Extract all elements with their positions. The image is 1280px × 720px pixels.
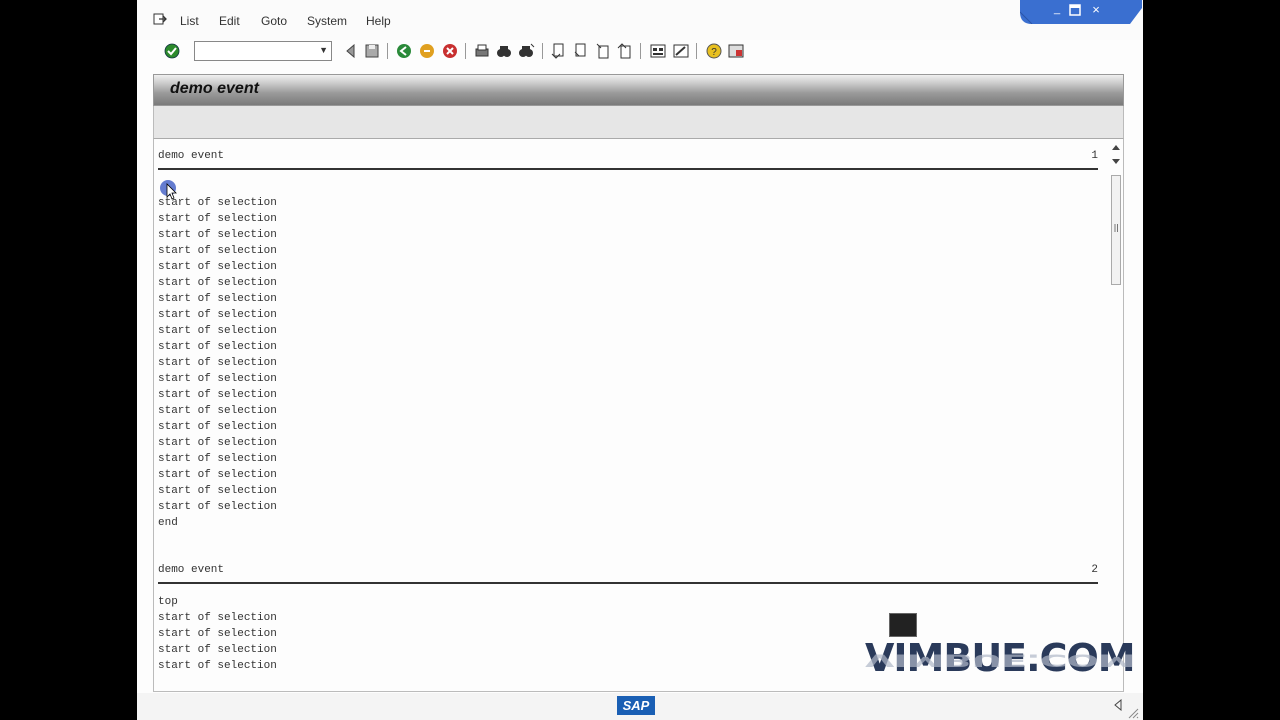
find-next-icon[interactable] [517,42,535,60]
list-line: start of selection [158,373,277,385]
print-icon[interactable] [473,42,491,60]
page-title: demo event [170,80,259,97]
page-number: 2 [1091,564,1098,576]
minimize-button[interactable]: _ [1049,3,1065,17]
list-line: start of selection [158,341,277,353]
list-line: start of selection [158,501,277,513]
status-bar: SAP [137,693,1143,720]
grip-icon [1114,224,1118,232]
maximize-icon [1069,4,1081,16]
list-line: start of selection [158,660,277,672]
list-line: start of selection [158,469,277,481]
menu-list[interactable]: List [180,14,199,28]
find-icon[interactable] [495,42,513,60]
resize-grip-icon[interactable] [1127,707,1139,719]
list-line: start of selection [158,293,277,305]
list-line: start of selection [158,437,277,449]
previous-page-icon[interactable] [572,42,590,60]
list-line: start of selection [158,261,277,273]
list-line: start of selection [158,644,277,656]
menu-system[interactable]: System [307,14,347,28]
next-page-icon[interactable] [594,42,612,60]
list-output: demo event 1 start of selection start of… [153,139,1124,692]
last-page-icon[interactable] [616,42,634,60]
vertical-scrollbar[interactable] [1108,139,1123,691]
list-line: start of selection [158,197,277,209]
list-line: top [158,596,178,608]
scroll-down-icon[interactable] [1111,157,1121,165]
status-collapse-icon[interactable] [1113,699,1123,711]
svg-text:?: ? [711,47,717,58]
command-field[interactable]: ▼ [194,41,332,61]
cancel-icon[interactable] [441,42,459,60]
list-line: start of selection [158,421,277,433]
list-line: start of selection [158,485,277,497]
page-header: demo event 2 [158,564,1098,578]
toolbar-separator [542,43,543,59]
watermark-reflection: VIMBUE.COM [865,650,1135,670]
sap-window: List Edit Goto System Help _ × ▼ ? demo … [137,0,1143,720]
application-toolbar [153,106,1124,139]
exit-icon[interactable] [418,42,436,60]
back-icon[interactable] [342,42,360,60]
page-header-title: demo event [158,564,225,576]
menu-edit[interactable]: Edit [219,14,240,28]
list-line: start of selection [158,612,277,624]
watermark-icon [889,613,917,637]
chevron-down-icon[interactable]: ▼ [319,45,328,55]
list-line: start of selection [158,325,277,337]
enter-icon[interactable] [163,42,181,60]
sap-logo: SAP [617,696,655,715]
list-line: start of selection [158,277,277,289]
help-icon[interactable]: ? [705,42,723,60]
list-line: start of selection [158,229,277,241]
header-rule [158,168,1098,170]
toolbar-separator [387,43,388,59]
page-number: 1 [1091,150,1098,162]
shortcut-icon[interactable] [672,42,690,60]
first-page-icon[interactable] [550,42,568,60]
menu-icon[interactable] [153,13,167,25]
scrollbar-thumb[interactable] [1111,175,1121,285]
list-line: start of selection [158,309,277,321]
menu-goto[interactable]: Goto [261,14,287,28]
maximize-button[interactable] [1068,3,1084,17]
list-line: start of selection [158,213,277,225]
menu-bar: List Edit Goto System Help _ × [137,0,1143,40]
list-line: start of selection [158,357,277,369]
header-rule [158,582,1098,584]
scroll-up-icon[interactable] [1111,143,1121,151]
menu-help[interactable]: Help [366,14,391,28]
list-line: start of selection [158,453,277,465]
list-line: start of selection [158,245,277,257]
page-header-title: demo event [158,150,225,162]
save-icon[interactable] [363,42,381,60]
page-header: demo event 1 [158,150,1098,164]
toolbar-separator [640,43,641,59]
list-line: start of selection [158,405,277,417]
list-line: start of selection [158,389,277,401]
create-session-icon[interactable] [649,42,667,60]
green-back-icon[interactable] [395,42,413,60]
layout-icon[interactable] [727,42,745,60]
toolbar-separator [696,43,697,59]
title-bar: demo event [153,74,1124,106]
list-line: end [158,517,178,529]
standard-toolbar: ▼ ? [137,40,1143,64]
list-line: start of selection [158,628,277,640]
close-button[interactable]: × [1088,2,1104,17]
toolbar-separator [465,43,466,59]
